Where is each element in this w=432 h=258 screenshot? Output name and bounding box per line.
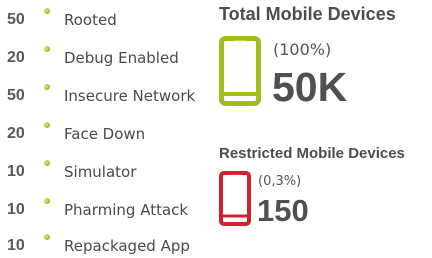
risk-label: Debug Enabled [64,49,179,67]
bullet-icon [44,198,50,204]
restricted-percent: (0,3%) [258,174,302,189]
bullet-icon [44,46,50,52]
total-percent: (100%) [273,40,332,59]
risk-count: 20 [7,49,25,66]
total-value: 50K [272,64,348,110]
risk-label: Insecure Network [64,87,196,105]
risk-count: 10 [7,237,25,254]
bullet-icon [44,84,50,90]
risk-count: 10 [7,163,25,180]
mobile-phone-icon [219,171,251,226]
risk-list: 50 Rooted 20 Debug Enabled 50 Insecure N… [0,0,210,255]
risk-count: 10 [7,201,25,218]
risk-count: 20 [7,125,25,142]
bullet-icon [44,234,50,240]
risk-label: Rooted [64,11,117,29]
list-item: 20 Face Down [0,122,210,146]
bullet-icon [44,122,50,128]
bullet-icon [44,160,50,166]
list-item: 20 Debug Enabled [0,46,210,70]
restricted-value: 150 [257,193,309,228]
bullet-icon [44,8,50,14]
list-item: 50 Insecure Network [0,84,210,108]
risk-label: Face Down [64,125,146,143]
list-item: 10 Repackaged App [0,234,210,258]
risk-label: Simulator [64,163,137,181]
mobile-phone-icon [219,36,261,106]
risk-label: Repackaged App [64,237,190,255]
list-item: 10 Simulator [0,160,210,184]
restricted-devices-title: Restricted Mobile Devices [219,145,405,162]
risk-count: 50 [7,87,25,104]
list-item: 10 Pharming Attack [0,198,210,222]
risk-count: 50 [7,11,25,28]
list-item: 50 Rooted [0,8,210,32]
total-devices-title: Total Mobile Devices [219,4,396,24]
risk-label: Pharming Attack [64,201,189,219]
